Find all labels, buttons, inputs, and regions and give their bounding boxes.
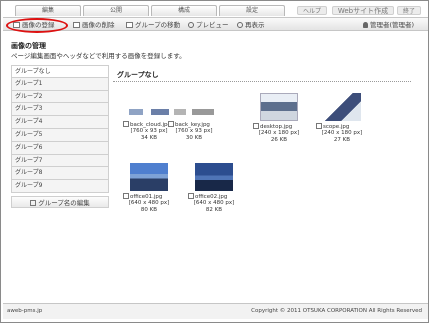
tab-edit[interactable]: 編集	[15, 5, 81, 16]
image-card[interactable]: back_key.jpg [760 x 93 px] 30 KB	[166, 93, 222, 141]
app-window: 編集 公開 構成 設定 ヘルプ Webサイト作成 終了 画像の登録 画像の削除 …	[0, 0, 429, 323]
footer: aweb-pms.jp Copyright © 2011 OTSUKA CORP…	[3, 303, 428, 319]
image-dimensions: [640 x 480 px]	[128, 200, 170, 206]
tab-structure[interactable]: 構成	[151, 5, 217, 16]
preview-label: プレビュー	[196, 21, 229, 29]
image-thumbnail[interactable]	[323, 93, 361, 121]
move-icon	[126, 22, 133, 28]
image-thumbnail[interactable]	[195, 163, 233, 191]
delete-image-label: 画像の削除	[82, 21, 115, 29]
refresh-button[interactable]: 再表示	[237, 20, 265, 30]
delete-image-button[interactable]: 画像の削除	[73, 20, 115, 30]
magnifier-icon	[188, 22, 194, 28]
refresh-icon	[237, 22, 243, 28]
image-thumbnail[interactable]	[129, 109, 169, 115]
image-checkbox[interactable]	[316, 123, 322, 129]
image-size: 26 KB	[270, 136, 288, 143]
group-title: グループなし	[117, 71, 159, 79]
sidebar-item-group1[interactable]: グループ1	[11, 77, 109, 91]
sidebar-item-group9[interactable]: グループ9	[11, 180, 109, 193]
image-checkbox[interactable]	[123, 121, 129, 127]
edit-group-name-button[interactable]: グループ名の編集	[11, 195, 109, 208]
image-dimensions: [640 x 480 px]	[193, 200, 235, 206]
sidebar-item-group4[interactable]: グループ4	[11, 116, 109, 129]
image-card[interactable]: desktop.jpg [240 x 180 px] 26 KB	[251, 93, 307, 143]
image-size: 30 KB	[185, 134, 203, 141]
image-size: 82 KB	[205, 206, 223, 213]
user-icon	[363, 22, 368, 28]
image-dimensions: [240 x 180 px]	[321, 130, 363, 136]
page-description: ページ編集画面やヘッダなどで利用する画像を登録します。	[11, 52, 186, 60]
image-thumbnail[interactable]	[130, 163, 168, 191]
sidebar-item-group6[interactable]: グループ6	[11, 141, 109, 155]
image-checkbox[interactable]	[188, 193, 194, 199]
image-card[interactable]: scope.jpg [240 x 180 px] 27 KB	[314, 93, 370, 143]
footer-domain: aweb-pms.jp	[7, 308, 43, 314]
sidebar-item-group5[interactable]: グループ5	[11, 128, 109, 142]
help-link[interactable]: ヘルプ	[297, 6, 327, 15]
image-thumbnail[interactable]	[260, 93, 298, 121]
group-sidebar: グループなし グループ1 グループ2 グループ3 グループ4 グループ5 グルー…	[11, 65, 109, 208]
trash-icon	[73, 22, 80, 28]
image-dimensions: [240 x 180 px]	[258, 130, 300, 136]
image-card[interactable]: office02.jpg [640 x 480 px] 82 KB	[186, 163, 242, 213]
sidebar-item-no-group[interactable]: グループなし	[11, 65, 109, 78]
image-size: 80 KB	[140, 206, 158, 213]
sidebar-item-group3[interactable]: グループ3	[11, 103, 109, 117]
user-menu[interactable]: 管理者(管理者)	[363, 20, 414, 30]
edit-group-name-label: グループ名の編集	[38, 198, 90, 207]
refresh-label: 再表示	[245, 21, 265, 29]
image-checkbox[interactable]	[123, 193, 129, 199]
move-group-button[interactable]: グループの移動	[126, 20, 180, 30]
website-create-link[interactable]: Webサイト作成	[332, 6, 394, 15]
user-label: 管理者(管理者)	[370, 21, 415, 29]
image-checkbox[interactable]	[168, 121, 174, 127]
edit-icon	[30, 199, 37, 206]
sidebar-item-group8[interactable]: グループ8	[11, 167, 109, 181]
top-navigation: 編集 公開 構成 設定 ヘルプ Webサイト作成 終了	[7, 5, 426, 16]
preview-button[interactable]: プレビュー	[188, 20, 229, 30]
logout-link[interactable]: 終了	[397, 6, 421, 15]
image-thumbnail[interactable]	[174, 109, 214, 115]
sidebar-item-group7[interactable]: グループ7	[11, 154, 109, 168]
highlight-ellipse	[6, 18, 68, 33]
image-size: 27 KB	[333, 136, 351, 143]
divider	[113, 81, 411, 82]
sidebar-item-group2[interactable]: グループ2	[11, 90, 109, 104]
tab-publish[interactable]: 公開	[83, 5, 149, 16]
move-group-label: グループの移動	[135, 21, 181, 29]
tab-settings[interactable]: 設定	[219, 5, 285, 16]
footer-copyright: Copyright © 2011 OTSUKA CORPORATION All …	[251, 308, 422, 314]
image-checkbox[interactable]	[253, 123, 259, 129]
image-card[interactable]: office01.jpg [640 x 480 px] 80 KB	[121, 163, 177, 213]
